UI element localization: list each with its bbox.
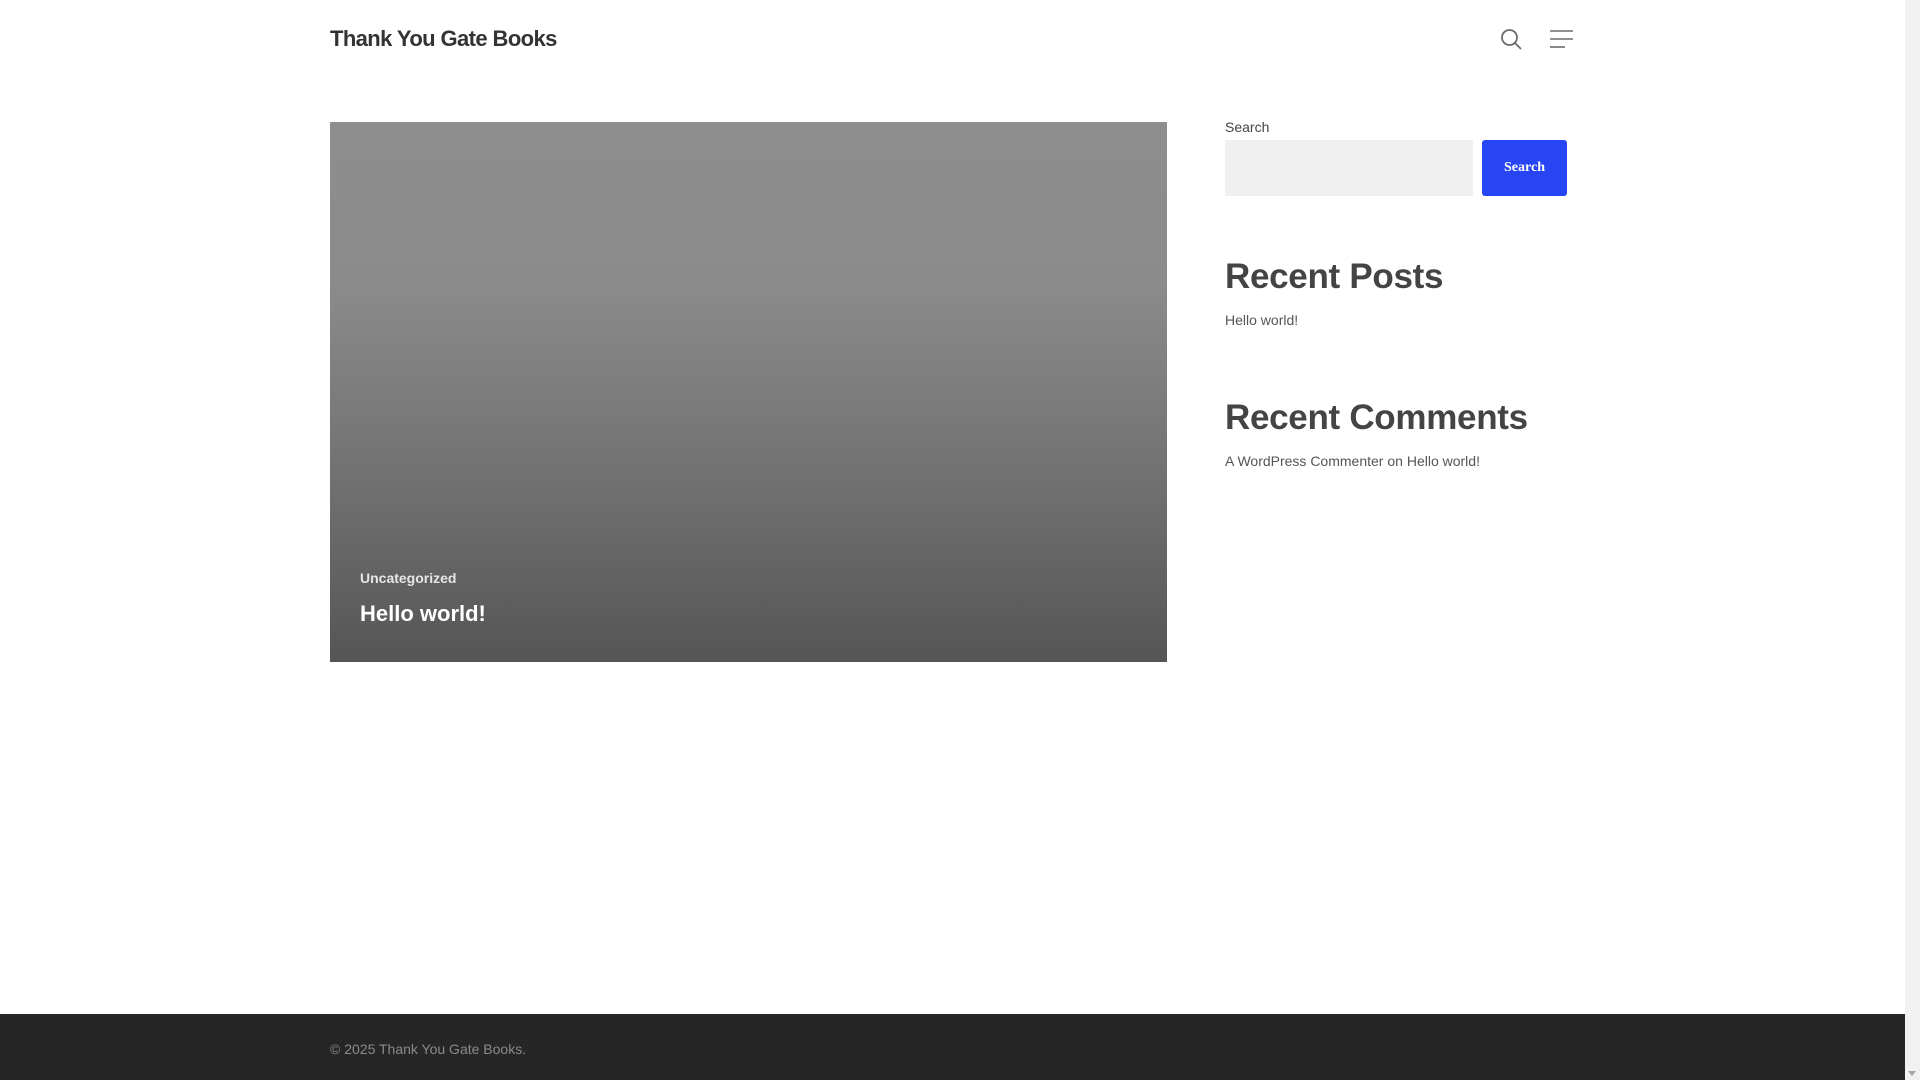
comment-connector: on: [1387, 453, 1403, 469]
comment-post-link[interactable]: Hello world!: [1407, 453, 1480, 469]
copyright-text: © 2025 Thank You Gate Books.: [330, 1041, 527, 1057]
search-button[interactable]: Search: [1482, 140, 1567, 196]
scroll-down-arrow-icon[interactable]: [1908, 1071, 1916, 1076]
recent-post-link[interactable]: Hello world!: [1225, 312, 1298, 328]
recent-comments-heading: Recent Comments: [1225, 398, 1528, 437]
post-title-link[interactable]: Hello world!: [360, 601, 486, 627]
post-category-link[interactable]: Uncategorized: [360, 570, 456, 586]
site-footer: © 2025 Thank You Gate Books.: [0, 1014, 1905, 1080]
site-header: Thank You Gate Books: [0, 0, 1905, 78]
menu-icon[interactable]: [1549, 29, 1574, 49]
vertical-scrollbar[interactable]: [1905, 0, 1920, 1080]
search-icon[interactable]: [1499, 27, 1523, 51]
search-input[interactable]: [1225, 140, 1473, 196]
recent-comment-item: A WordPress Commenter on Hello world!: [1225, 453, 1480, 469]
featured-post-card[interactable]: Uncategorized Hello world!: [330, 122, 1167, 662]
search-label: Search: [1225, 119, 1270, 135]
comment-author-link[interactable]: A WordPress Commenter: [1225, 453, 1383, 469]
scrollbar-thumb[interactable]: [1908, 2, 1917, 1062]
recent-posts-heading: Recent Posts: [1225, 257, 1444, 296]
site-title-link[interactable]: Thank You Gate Books: [330, 26, 557, 52]
